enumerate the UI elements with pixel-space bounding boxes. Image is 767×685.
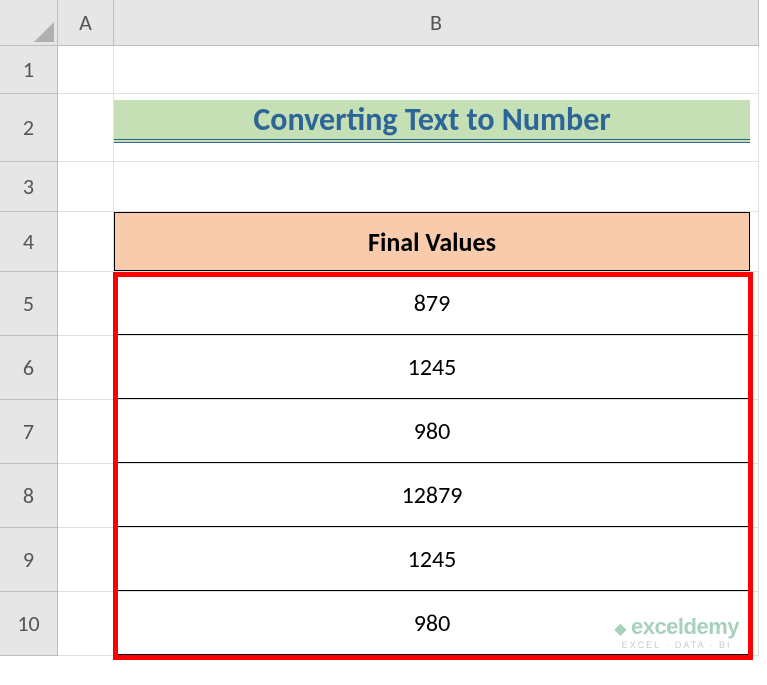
watermark: ◆ exceldemy EXCEL · DATA · BI (614, 614, 739, 650)
data-cell: 1245 (114, 528, 750, 591)
row-header-9[interactable]: 9 (0, 528, 58, 592)
cell-b6[interactable]: 1245 (114, 336, 759, 400)
cell-b2[interactable]: Converting Text to Number (114, 94, 759, 162)
cell-a10[interactable] (58, 592, 114, 656)
row-header-8[interactable]: 8 (0, 464, 58, 528)
cell-b3[interactable] (114, 162, 759, 212)
row-header-3[interactable]: 3 (0, 162, 58, 212)
data-cell: 12879 (114, 464, 750, 527)
data-cell: 1245 (114, 336, 750, 399)
cell-b1[interactable] (114, 46, 759, 94)
cell-b8[interactable]: 12879 (114, 464, 759, 528)
row-header-5[interactable]: 5 (0, 272, 58, 336)
column-header-a[interactable]: A (58, 0, 114, 46)
cell-b4[interactable]: Final Values (114, 212, 759, 272)
row-header-10[interactable]: 10 (0, 592, 58, 656)
cell-a6[interactable] (58, 336, 114, 400)
data-cell: 879 (114, 272, 750, 335)
select-all-corner[interactable] (0, 0, 58, 46)
cell-a4[interactable] (58, 212, 114, 272)
row-header-2[interactable]: 2 (0, 94, 58, 162)
row-header-1[interactable]: 1 (0, 46, 58, 94)
row-header-7[interactable]: 7 (0, 400, 58, 464)
watermark-brand: exceldemy (631, 614, 739, 639)
row-header-6[interactable]: 6 (0, 336, 58, 400)
cell-b5[interactable]: 879 (114, 272, 759, 336)
cell-a1[interactable] (58, 46, 114, 94)
cell-b7[interactable]: 980 (114, 400, 759, 464)
spreadsheet-grid: A B 1 2 Converting Text to Number 3 4 Fi… (0, 0, 767, 656)
cell-a2[interactable] (58, 94, 114, 162)
watermark-tagline: EXCEL · DATA · BI (614, 640, 739, 650)
column-header-b[interactable]: B (114, 0, 759, 46)
row-header-4[interactable]: 4 (0, 212, 58, 272)
cell-a9[interactable] (58, 528, 114, 592)
watermark-logo-icon: ◆ (614, 621, 626, 638)
cell-a3[interactable] (58, 162, 114, 212)
cell-b9[interactable]: 1245 (114, 528, 759, 592)
cell-a5[interactable] (58, 272, 114, 336)
data-cell: 980 (114, 400, 750, 463)
cell-a8[interactable] (58, 464, 114, 528)
page-title: Converting Text to Number (114, 100, 750, 143)
cell-a7[interactable] (58, 400, 114, 464)
table-header-final-values: Final Values (114, 212, 750, 271)
select-all-triangle-icon (34, 22, 54, 42)
